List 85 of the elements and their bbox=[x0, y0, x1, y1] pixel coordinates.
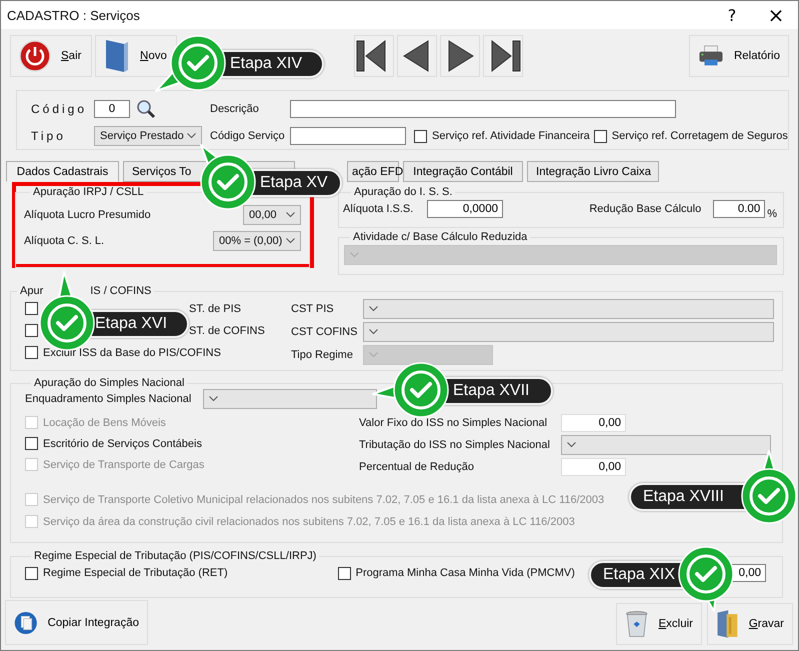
chevron-down-icon bbox=[286, 238, 295, 244]
checkbox-label: Serviço da área da construção civil relacionados nos subitens 7.02, 7.05 e 16.1 da lista anexa à LC 116/2003 bbox=[43, 516, 575, 528]
checkbox-label: Serviço ref. Corretagem de Seguros bbox=[612, 130, 788, 142]
checkbox-label: Programa Minha Casa Minha Vida (PMCMV) bbox=[356, 567, 575, 579]
checkbox-label: Serviço de Transporte de Cargas bbox=[43, 458, 204, 470]
checkbox[interactable] bbox=[25, 302, 38, 315]
field-label: CST PIS bbox=[291, 303, 335, 315]
chevron-down-icon bbox=[286, 212, 295, 218]
rate-field[interactable]: 0,0000 bbox=[427, 200, 503, 218]
checkbox-label: Serviço ref. Atividade Financeira bbox=[432, 130, 590, 142]
toolbar-button[interactable]: Sair bbox=[10, 34, 92, 76]
field-label: Redução Base Cálculo bbox=[589, 203, 702, 215]
checkbox-label: Locação de Bens Móveis bbox=[43, 416, 166, 428]
tab[interactable]: Integração Livro Caixa bbox=[527, 161, 659, 182]
navigation-button[interactable] bbox=[354, 34, 394, 76]
chevron-down-icon bbox=[187, 133, 196, 139]
checkbox-label: Serviço de Transporte Coletivo Municipal relacionados nos subitens 7.02, 7.05 e 16.1 da lista anexa à LC 116/2003 bbox=[43, 494, 604, 506]
action-button[interactable]: Gravar bbox=[707, 603, 793, 645]
unit-label: % bbox=[767, 208, 777, 220]
field-label: Enquadramento Simples Nacional bbox=[25, 393, 192, 405]
type-dropdown[interactable]: Serviço Prestado bbox=[94, 126, 202, 146]
check-badge-icon bbox=[676, 544, 736, 613]
chevron-down-icon bbox=[209, 396, 218, 402]
code-field[interactable]: 0 bbox=[94, 100, 130, 118]
field-label: Descrição bbox=[210, 103, 260, 115]
search-icon[interactable] bbox=[136, 99, 156, 119]
reduction-field[interactable]: 0.00 bbox=[713, 200, 766, 218]
check-badge-icon bbox=[198, 143, 258, 212]
navigation-button[interactable] bbox=[397, 34, 437, 76]
field-label: Alíquota C. S. L. bbox=[24, 235, 104, 247]
field-label: Alíquota Lucro Presumido bbox=[24, 209, 151, 221]
checkbox-label: ST. de COFINS bbox=[189, 324, 265, 336]
copy-integration-button[interactable]: Copiar Integração bbox=[5, 600, 148, 645]
chevron-down-icon bbox=[369, 329, 378, 335]
checkbox-label: Regime Especial de Tributação (RET) bbox=[43, 567, 228, 579]
field-label: Código bbox=[31, 102, 88, 116]
field-label: Percentual de Redução bbox=[359, 460, 475, 472]
section-title: Apur bbox=[20, 285, 44, 297]
book-icon bbox=[104, 38, 130, 74]
tab[interactable]: Integração Contábil bbox=[403, 161, 523, 182]
value-field[interactable]: 0,00 bbox=[561, 414, 626, 432]
section-title: IS / COFINS bbox=[90, 285, 152, 297]
checkbox[interactable] bbox=[25, 324, 38, 337]
action-button[interactable]: Excluir bbox=[616, 603, 702, 645]
checkbox[interactable] bbox=[25, 437, 38, 450]
checkbox[interactable] bbox=[25, 346, 38, 359]
field-label: Código Serviço bbox=[210, 130, 286, 142]
service-code-field[interactable] bbox=[290, 127, 406, 145]
field-label: Tributação do ISS no Simples Nacional bbox=[359, 438, 551, 450]
section-title: Atividade c/ Base Cálculo Reduzida bbox=[352, 231, 528, 243]
checkbox[interactable] bbox=[414, 130, 427, 142]
check-badge-icon bbox=[371, 360, 451, 420]
section-title: Apuração do Simples Nacional bbox=[33, 377, 186, 389]
field-label: Valor Fixo do ISS no Simples Nacional bbox=[359, 416, 548, 428]
checkbox-label: Escritório de Serviços Contábeis bbox=[43, 438, 202, 450]
section-title: Apuração IRPJ / CSLL bbox=[32, 186, 145, 198]
field-label: Tipo bbox=[31, 129, 67, 143]
check-badge-icon bbox=[739, 449, 798, 526]
section-title: Regime Especial de Tributação (PIS/COFINS/CSLL/IRPJ) bbox=[33, 550, 318, 562]
value-field[interactable]: 0,00 bbox=[561, 458, 626, 476]
help-button[interactable]: ? bbox=[710, 1, 754, 29]
chevron-down-icon bbox=[567, 442, 576, 448]
report-button[interactable]: Relatório bbox=[689, 34, 789, 76]
checkbox[interactable] bbox=[338, 566, 351, 580]
checkbox-label: Excluir ISS da Base do PIS/COFINS bbox=[43, 346, 221, 358]
section-title: Apuração do I. S. S. bbox=[353, 186, 454, 198]
toolbar-button[interactable]: Novo bbox=[95, 34, 177, 76]
chevron-down-icon bbox=[369, 306, 378, 312]
checkbox[interactable] bbox=[594, 130, 607, 142]
field-label: Tipo Regime bbox=[291, 349, 354, 361]
checkbox-label: ST. de PIS bbox=[189, 302, 241, 314]
checkbox[interactable] bbox=[25, 566, 38, 580]
field-label: Alíquota I.S.S. bbox=[343, 203, 414, 215]
close-button[interactable]: × bbox=[754, 1, 798, 29]
description-field[interactable] bbox=[290, 100, 676, 118]
power-icon bbox=[19, 40, 51, 72]
navigation-button[interactable] bbox=[440, 34, 480, 76]
field-label: CST COFINS bbox=[291, 326, 358, 338]
navigation-button[interactable] bbox=[483, 34, 523, 76]
window-title: CADASTRO : Serviços bbox=[7, 8, 141, 22]
chevron-down-icon bbox=[350, 252, 359, 258]
chevron-down-icon bbox=[369, 352, 378, 358]
rate-dropdown[interactable]: 00,00 bbox=[243, 205, 301, 225]
tab[interactable]: Dados Cadastrais bbox=[6, 161, 119, 182]
rate-dropdown[interactable]: 00% = (0,00) bbox=[213, 231, 301, 251]
